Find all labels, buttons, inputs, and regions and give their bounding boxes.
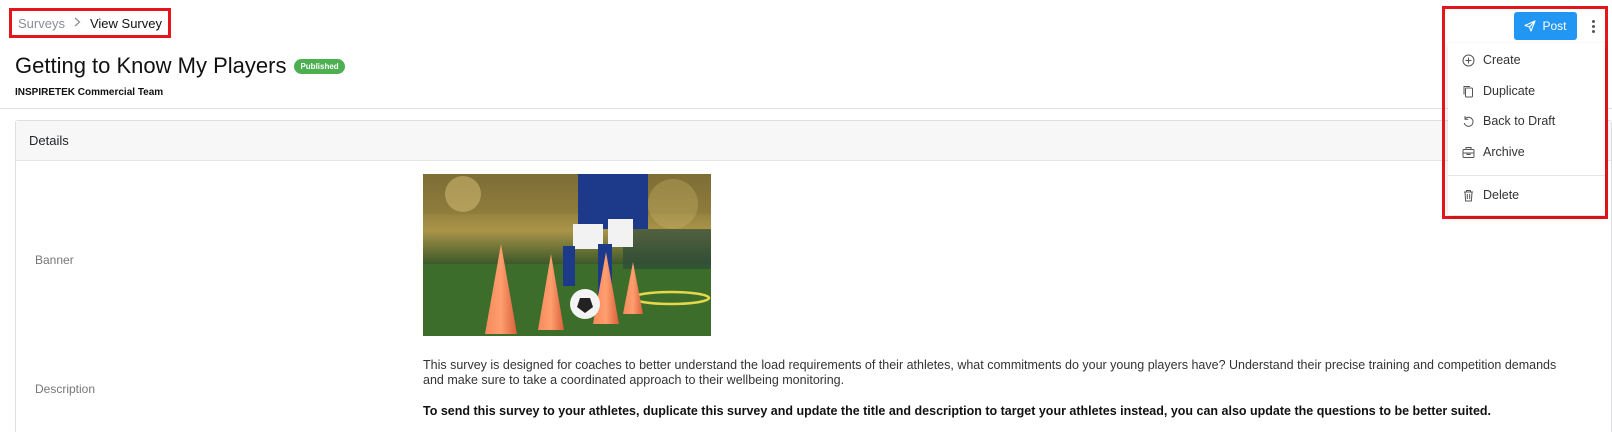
description-note: To send this survey to your athletes, du… bbox=[423, 404, 1492, 418]
plus-circle-icon bbox=[1462, 54, 1475, 66]
menu-item-create[interactable]: Create bbox=[1448, 45, 1605, 75]
menu-item-archive[interactable]: Archive bbox=[1448, 137, 1605, 167]
undo-icon bbox=[1463, 115, 1474, 127]
dot bbox=[1591, 24, 1595, 28]
chevron-right-icon bbox=[74, 16, 81, 30]
menu-divider bbox=[1448, 175, 1605, 176]
banner-image bbox=[423, 174, 711, 336]
status-badge: Published bbox=[294, 58, 345, 74]
page-title: Getting to Know My Players bbox=[15, 53, 287, 78]
details-card-header: Details bbox=[16, 121, 1611, 161]
post-button-label: Post bbox=[1542, 19, 1567, 33]
breadcrumb-surveys-link[interactable]: Surveys bbox=[18, 16, 65, 31]
dot bbox=[1591, 29, 1595, 33]
header-divider bbox=[0, 108, 1612, 109]
description-text: This survey is designed for coaches to b… bbox=[423, 358, 1557, 387]
send-icon bbox=[1524, 20, 1537, 32]
post-button[interactable]: Post bbox=[1514, 12, 1577, 40]
menu-item-label: Archive bbox=[1483, 145, 1525, 159]
menu-item-label: Delete bbox=[1483, 188, 1520, 202]
title-row: Getting to Know My Players Published bbox=[15, 53, 345, 79]
breadcrumb-current: View Survey bbox=[89, 15, 162, 31]
more-options-button[interactable] bbox=[1585, 14, 1601, 38]
actions-dropdown-menu: Create Duplicate Back to Draft Archive D… bbox=[1448, 43, 1605, 215]
copy-icon bbox=[1463, 85, 1473, 97]
trash-icon bbox=[1464, 189, 1473, 201]
menu-item-label: Create bbox=[1483, 53, 1521, 67]
archive-icon bbox=[1462, 146, 1475, 158]
menu-item-back-to-draft[interactable]: Back to Draft bbox=[1448, 106, 1605, 136]
menu-item-label: Duplicate bbox=[1483, 84, 1536, 98]
breadcrumb: Surveys View Survey bbox=[9, 8, 171, 38]
description-label: Description bbox=[35, 382, 96, 396]
dot bbox=[1591, 19, 1595, 23]
menu-item-delete[interactable]: Delete bbox=[1448, 180, 1605, 210]
banner-label: Banner bbox=[35, 253, 74, 267]
menu-item-duplicate[interactable]: Duplicate bbox=[1448, 76, 1605, 106]
menu-item-label: Back to Draft bbox=[1483, 114, 1556, 128]
team-name: INSPIRETEK Commercial Team bbox=[15, 87, 164, 98]
